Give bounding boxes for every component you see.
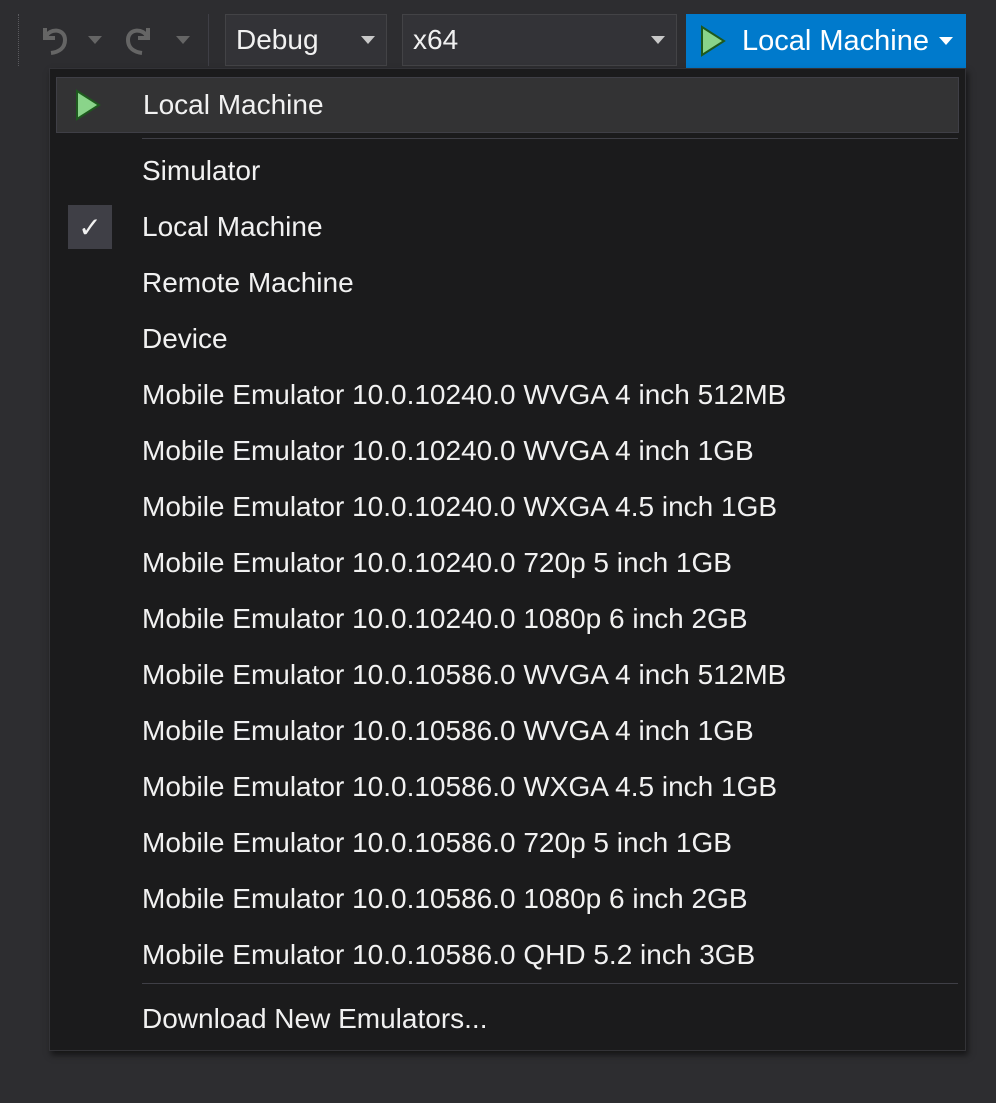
menu-item-label: Mobile Emulator 10.0.10240.0 WVGA 4 inch… (142, 379, 787, 410)
menu-item-label: Device (142, 323, 228, 354)
menu-item[interactable]: Mobile Emulator 10.0.10240.0 1080p 6 inc… (56, 591, 959, 647)
chevron-down-icon (350, 15, 386, 65)
play-icon (700, 25, 726, 57)
configuration-combo[interactable]: Debug (225, 14, 387, 66)
configuration-value: Debug (236, 24, 319, 55)
menu-separator (142, 138, 958, 139)
menu-separator (142, 983, 958, 984)
platform-combo[interactable]: x64 (402, 14, 677, 66)
menu-item[interactable]: Mobile Emulator 10.0.10240.0 720p 5 inch… (56, 535, 959, 591)
menu-item-label: Remote Machine (142, 267, 354, 298)
menu-item[interactable]: Mobile Emulator 10.0.10586.0 WVGA 4 inch… (56, 703, 959, 759)
menu-item[interactable]: Mobile Emulator 10.0.10586.0 QHD 5.2 inc… (56, 927, 959, 983)
menu-item[interactable]: Device (56, 311, 959, 367)
menu-item-label: Mobile Emulator 10.0.10240.0 1080p 6 inc… (142, 603, 748, 634)
menu-item-label: Mobile Emulator 10.0.10586.0 WVGA 4 inch… (142, 715, 754, 746)
menu-item-label: Mobile Emulator 10.0.10586.0 WVGA 4 inch… (142, 659, 787, 690)
run-target-label: Local Machine (742, 24, 929, 57)
toolbar: Debug x64 Local Machine (0, 0, 996, 72)
menu-item-label: Local Machine (143, 89, 324, 120)
menu-item-label: Download New Emulators... (142, 1003, 488, 1034)
platform-value: x64 (413, 24, 459, 55)
play-icon (75, 89, 101, 121)
menu-item-label: Mobile Emulator 10.0.10586.0 WXGA 4.5 in… (142, 771, 778, 802)
undo-icon (37, 22, 71, 58)
menu-item-download-new-emulators[interactable]: Download New Emulators... (56, 991, 959, 1047)
menu-item-label: Local Machine (142, 211, 323, 242)
chevron-down-icon (176, 36, 190, 44)
chevron-down-icon (88, 36, 102, 44)
chevron-down-icon[interactable] (939, 37, 953, 45)
toolbar-separator (208, 14, 209, 66)
menu-item-label: Mobile Emulator 10.0.10586.0 720p 5 inch… (142, 827, 732, 858)
menu-item[interactable]: Remote Machine (56, 255, 959, 311)
menu-item-label: Mobile Emulator 10.0.10240.0 WVGA 4 inch… (142, 435, 754, 466)
menu-item[interactable]: ✓ Local Machine (56, 199, 959, 255)
menu-item-header-local-machine[interactable]: Local Machine (56, 77, 959, 133)
menu-item[interactable]: Mobile Emulator 10.0.10240.0 WVGA 4 inch… (56, 423, 959, 479)
run-target-dropdown-menu: Local Machine Simulator ✓ Local Machine Rem… (49, 68, 966, 1051)
menu-item[interactable]: Mobile Emulator 10.0.10586.0 WXGA 4.5 in… (56, 759, 959, 815)
redo-button[interactable] (118, 18, 160, 62)
undo-dropdown-button[interactable] (84, 18, 106, 62)
menu-item[interactable]: Mobile Emulator 10.0.10240.0 WXGA 4.5 in… (56, 479, 959, 535)
menu-item[interactable]: Mobile Emulator 10.0.10586.0 1080p 6 inc… (56, 871, 959, 927)
redo-dropdown-button[interactable] (172, 18, 194, 62)
menu-item-label: Simulator (142, 155, 261, 186)
menu-item[interactable]: Simulator (56, 143, 959, 199)
toolbar-grip[interactable] (18, 14, 21, 66)
undo-button[interactable] (34, 18, 74, 62)
chevron-down-icon (640, 15, 676, 65)
menu-item[interactable]: Mobile Emulator 10.0.10240.0 WVGA 4 inch… (56, 367, 959, 423)
menu-item-label: Mobile Emulator 10.0.10240.0 WXGA 4.5 in… (142, 491, 778, 522)
menu-item[interactable]: Mobile Emulator 10.0.10586.0 720p 5 inch… (56, 815, 959, 871)
checkmark-icon: ✓ (68, 205, 112, 249)
menu-item[interactable]: Mobile Emulator 10.0.10586.0 WVGA 4 inch… (56, 647, 959, 703)
menu-item-label: Mobile Emulator 10.0.10586.0 QHD 5.2 inc… (142, 939, 756, 970)
run-target-button[interactable]: Local Machine (686, 14, 966, 68)
redo-icon (122, 22, 156, 58)
menu-item-label: Mobile Emulator 10.0.10240.0 720p 5 inch… (142, 547, 732, 578)
menu-item-label: Mobile Emulator 10.0.10586.0 1080p 6 inc… (142, 883, 748, 914)
